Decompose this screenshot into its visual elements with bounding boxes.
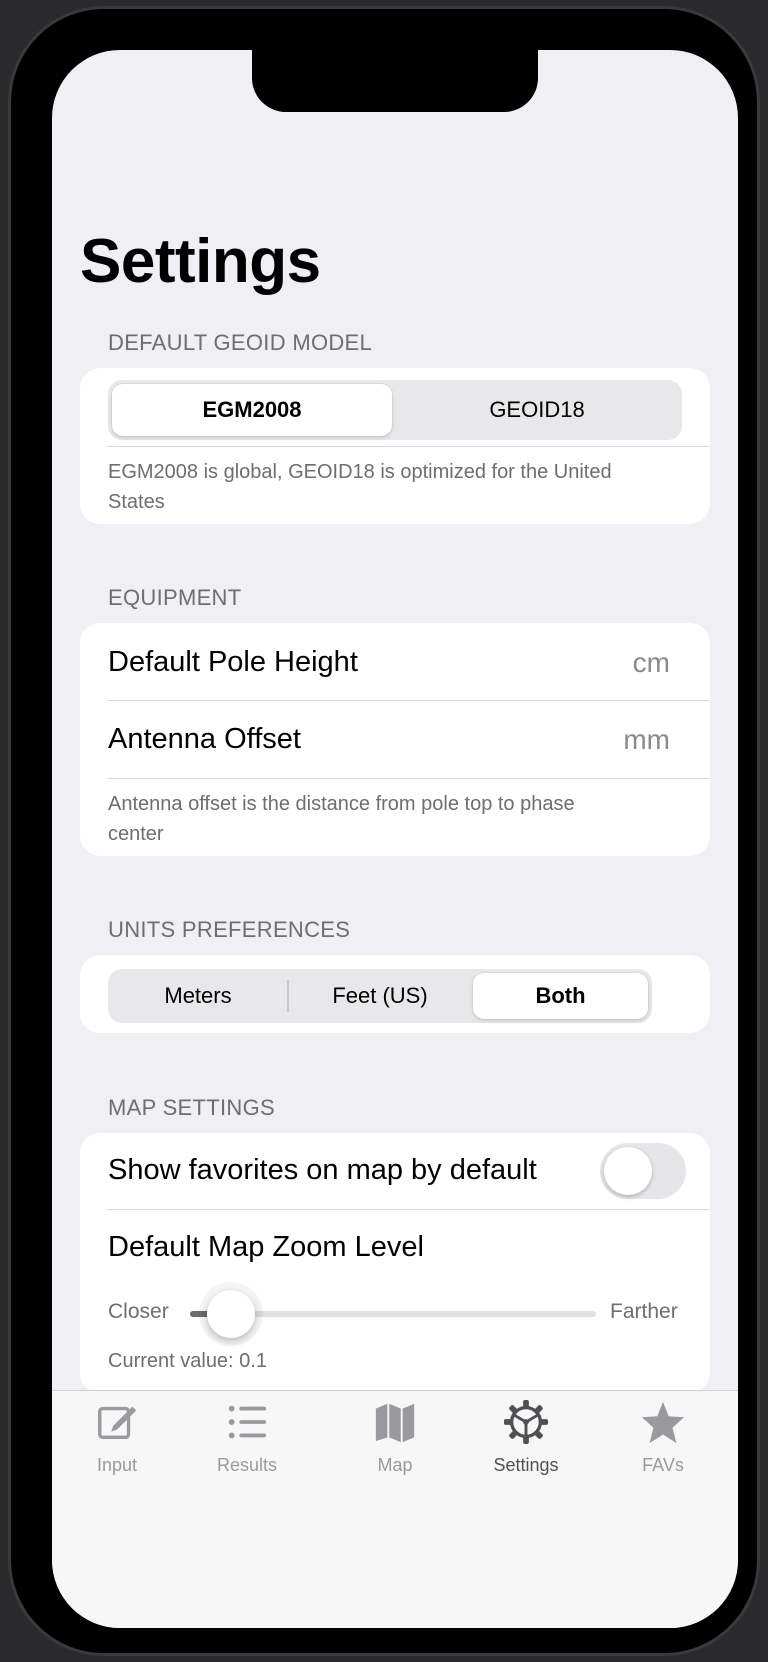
zoom-current-value: Current value: 0.1 [108, 1350, 267, 1372]
edit-icon [98, 1406, 137, 1440]
notch [252, 50, 538, 112]
antenna-offset-label: Antenna Offset [108, 723, 301, 755]
separator [108, 778, 710, 779]
tab-label: Input [96, 1455, 138, 1475]
tab-input[interactable]: Input [52, 1399, 182, 1491]
units-option-meters[interactable]: Meters [112, 973, 284, 1019]
tab-label: Settings [493, 1455, 559, 1475]
separator [108, 446, 710, 447]
page-title: Settings [80, 227, 321, 296]
favorites-toggle-label: Show favorites on map by default [108, 1154, 537, 1186]
star-icon [641, 1401, 685, 1444]
pole-height-row[interactable]: Default Pole Height cm [80, 623, 710, 701]
tab-map[interactable]: Map [330, 1399, 460, 1491]
segment-divider [287, 980, 289, 1012]
section-header-map: MAP SETTINGS [108, 1095, 275, 1120]
zoom-slider[interactable] [190, 1290, 596, 1338]
section-header-geoid: DEFAULT GEOID MODEL [108, 330, 373, 355]
tab-results[interactable]: Results [182, 1399, 312, 1491]
map-icon [375, 1403, 415, 1443]
units-option-feet[interactable]: Feet (US) [291, 973, 469, 1019]
geoid-option-egm2008[interactable]: EGM2008 [112, 384, 392, 436]
tab-favs[interactable]: FAVs [598, 1399, 728, 1491]
zoom-level-label: Default Map Zoom Level [108, 1231, 424, 1263]
tab-bar: Input Results Map Settings FAVs [52, 1390, 738, 1628]
tab-label: Map [377, 1455, 413, 1475]
favorites-toggle[interactable] [600, 1143, 686, 1199]
equipment-card: Default Pole Height cm Antenna Offset mm… [80, 623, 710, 856]
antenna-offset-field[interactable]: mm [623, 724, 670, 756]
tab-label: Results [216, 1455, 278, 1475]
screen: Settings DEFAULT GEOID MODEL EGM2008 GEO… [52, 50, 738, 1628]
pole-height-field[interactable]: cm [633, 647, 670, 679]
list-icon [228, 1405, 267, 1439]
map-card: Show favorites on map by default Default… [80, 1133, 710, 1393]
antenna-offset-row[interactable]: Antenna Offset mm [80, 701, 710, 778]
section-header-equipment: EQUIPMENT [108, 585, 242, 610]
phone-frame: Settings DEFAULT GEOID MODEL EGM2008 GEO… [8, 6, 760, 1656]
toggle-knob [604, 1147, 652, 1195]
units-segmented-control: Meters Feet (US) Both [108, 969, 652, 1023]
units-card: Meters Feet (US) Both [80, 955, 710, 1033]
equipment-footnote: Antenna offset is the distance from pole… [108, 793, 575, 845]
geoid-card: EGM2008 GEOID18 EGM2008 is global, GEOID… [80, 368, 710, 524]
section-header-units: UNITS PREFERENCES [108, 917, 351, 942]
geoid-footnote: EGM2008 is global, GEOID18 is optimized … [108, 461, 612, 513]
slider-min-label: Closer [108, 1300, 169, 1323]
gear-icon [503, 1399, 549, 1445]
tab-label: FAVs [642, 1455, 684, 1475]
tab-settings[interactable]: Settings [461, 1399, 591, 1491]
geoid-segmented-control: EGM2008 GEOID18 [108, 380, 682, 440]
slider-thumb[interactable] [207, 1290, 255, 1338]
pole-height-label: Default Pole Height [108, 646, 358, 678]
geoid-option-geoid18[interactable]: GEOID18 [396, 384, 678, 436]
separator [108, 1209, 710, 1210]
units-option-both[interactable]: Both [473, 973, 648, 1019]
slider-max-label: Farther [610, 1300, 678, 1323]
